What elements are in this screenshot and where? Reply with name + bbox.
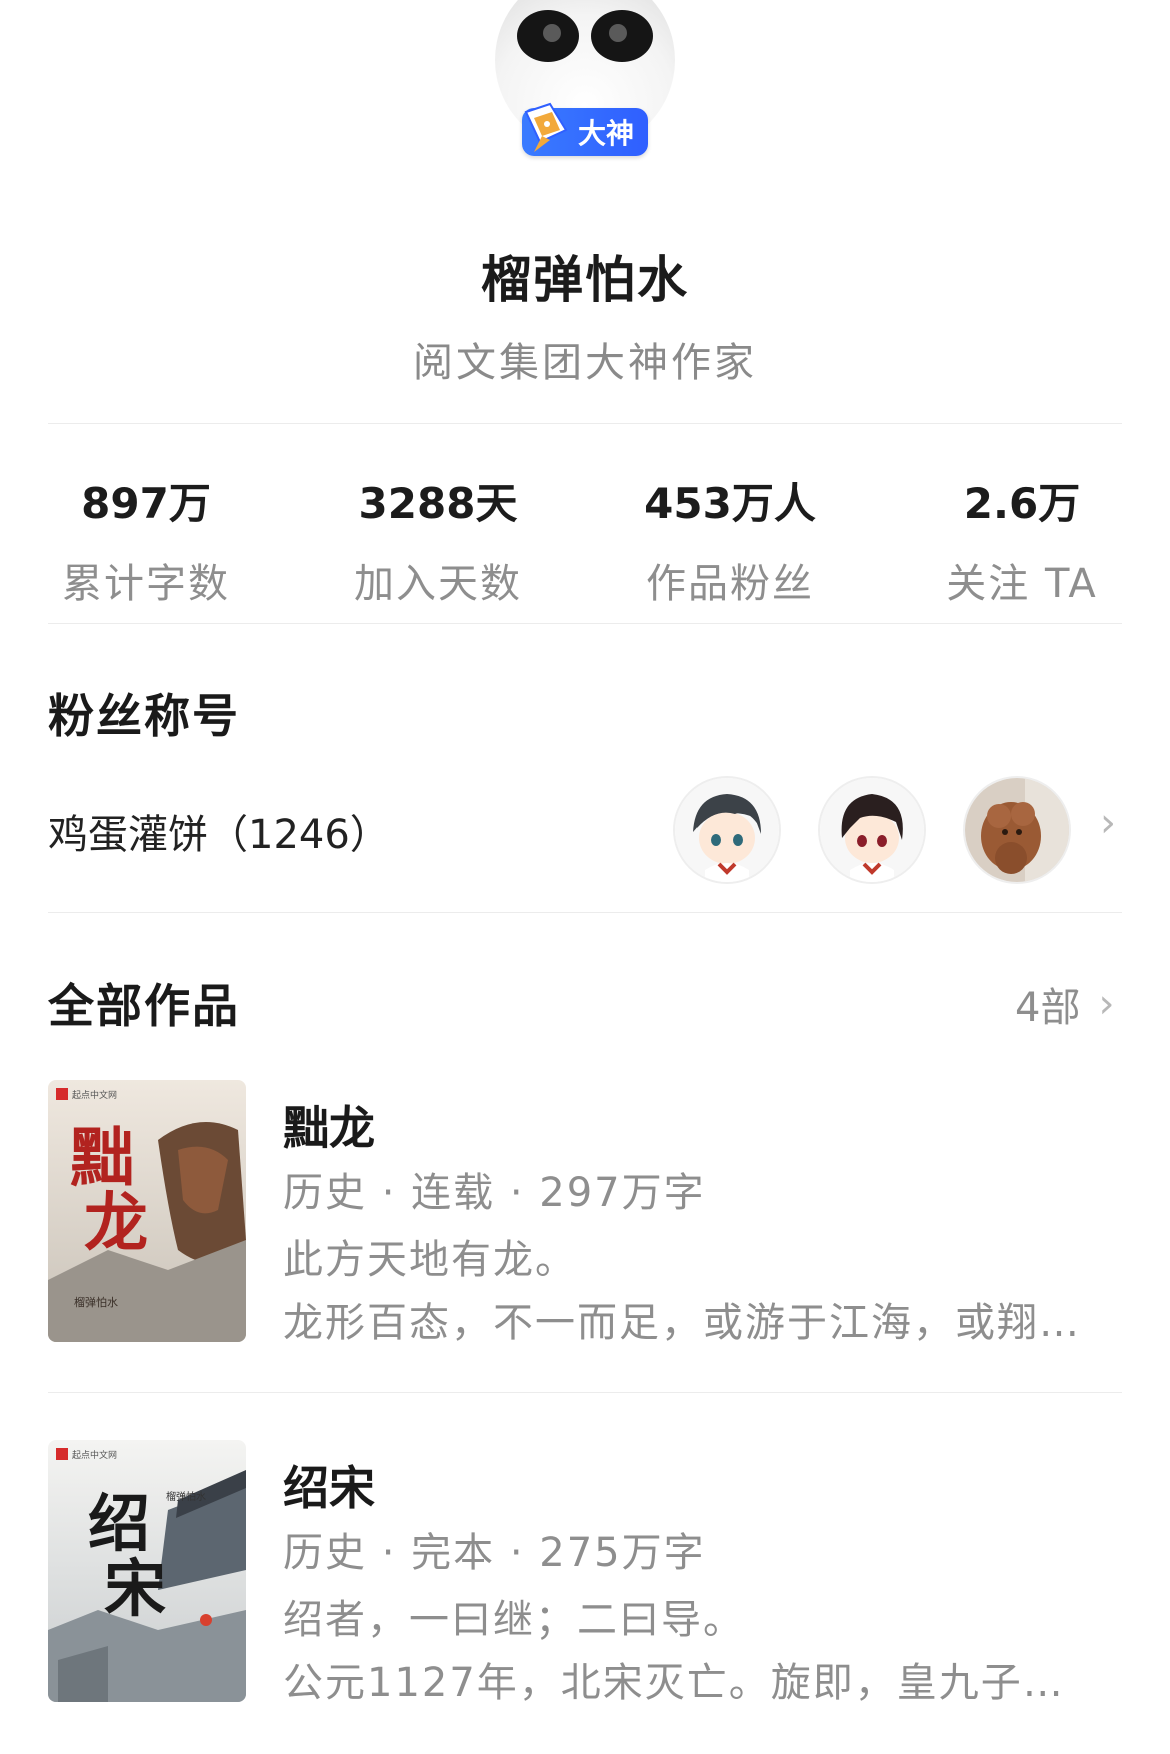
stat-followers[interactable]: 2.6万 关注 TA — [876, 470, 1168, 609]
panda-eye-left — [517, 10, 579, 62]
works-count: 4部 — [1015, 985, 1081, 1031]
stat-value: 897万 — [81, 479, 211, 528]
divider — [48, 623, 1122, 624]
cover-title-char-1: 绍 — [88, 1487, 150, 1560]
author-name: 榴弹怕水 — [481, 251, 689, 309]
author-subtitle: 阅文集团大神作家 — [413, 340, 757, 386]
all-works-heading: 全部作品 — [48, 979, 240, 1033]
stat-total-words: 897万 累计字数 — [0, 470, 292, 609]
fan-avatar — [673, 776, 781, 884]
divider — [48, 1392, 1122, 1393]
pen-nib-icon — [524, 102, 568, 152]
cover-title-char-2: 宋 — [104, 1552, 166, 1625]
book-desc-line: 公元1127年，北宋灭亡。旋即，皇九子赵… — [283, 1660, 1093, 1706]
cover-publisher: 起点中文网 — [72, 1449, 117, 1461]
stat-value: 3288天 — [358, 479, 518, 528]
cover-author: 榴弹怕水 — [74, 1295, 118, 1309]
all-works-link[interactable]: 4部 › — [1015, 975, 1114, 1033]
fan-title-heading: 粉丝称号 — [48, 689, 240, 743]
stat-value: 2.6万 — [963, 479, 1081, 528]
fan-title-name: 鸡蛋灌饼（1246） — [48, 812, 390, 858]
chevron-right-icon[interactable]: › — [1100, 800, 1116, 846]
book-meta: 历史 · 完本 · 275万字 — [283, 1530, 706, 1576]
chevron-right-icon: › — [1098, 981, 1115, 1027]
cover-author: 榴弹怕水 — [166, 1490, 206, 1503]
cover-title-char-1: 黜 — [70, 1121, 134, 1196]
book-desc-line: 龙形百态，不一而足，或游于江海，或翔… — [283, 1300, 1081, 1346]
cover-publisher: 起点中文网 — [72, 1089, 117, 1101]
stat-label: 关注 TA — [946, 561, 1098, 607]
stat-label: 作品粉丝 — [646, 561, 814, 607]
book-desc-line: 此方天地有龙。 — [283, 1237, 577, 1283]
book-title[interactable]: 绍宋 — [283, 1452, 375, 1518]
fan-avatar — [818, 776, 926, 884]
panda-eye-right — [591, 10, 653, 62]
stat-work-fans: 453万人 作品粉丝 — [584, 470, 876, 609]
great-god-badge: 大神 — [522, 102, 648, 156]
badge-label: 大神 — [577, 117, 634, 150]
divider — [48, 423, 1122, 424]
stat-label: 累计字数 — [62, 561, 230, 607]
book-cover[interactable]: 起点中文网 绍 宋 榴弹怕水 — [48, 1440, 246, 1702]
book-item[interactable]: 起点中文网 黜 龙 榴弹怕水 黜龙 历史 · 连载 · 297万字 此方天地有龙… — [48, 1080, 1122, 1346]
fan-avatar — [963, 776, 1071, 884]
stat-join-days: 3288天 加入天数 — [292, 470, 584, 609]
book-meta: 历史 · 连载 · 297万字 — [283, 1170, 706, 1216]
cover-title-char-2: 龙 — [84, 1186, 148, 1261]
book-cover[interactable]: 起点中文网 黜 龙 榴弹怕水 — [48, 1080, 246, 1342]
stats-row: 897万 累计字数 3288天 加入天数 453万人 作品粉丝 2.6万 关注 … — [0, 470, 1170, 607]
fan-title-row[interactable]: 鸡蛋灌饼（1246） › — [48, 770, 1122, 890]
divider — [48, 912, 1122, 913]
book-desc-line: 绍者，一曰继；二曰导。 — [283, 1597, 745, 1643]
book-title[interactable]: 黜龙 — [283, 1092, 375, 1158]
stat-label: 加入天数 — [354, 561, 522, 607]
book-item[interactable]: 起点中文网 绍 宋 榴弹怕水 绍宋 历史 · 完本 · 275万字 绍者，一曰继… — [48, 1440, 1122, 1706]
stat-value: 453万人 — [644, 479, 816, 528]
